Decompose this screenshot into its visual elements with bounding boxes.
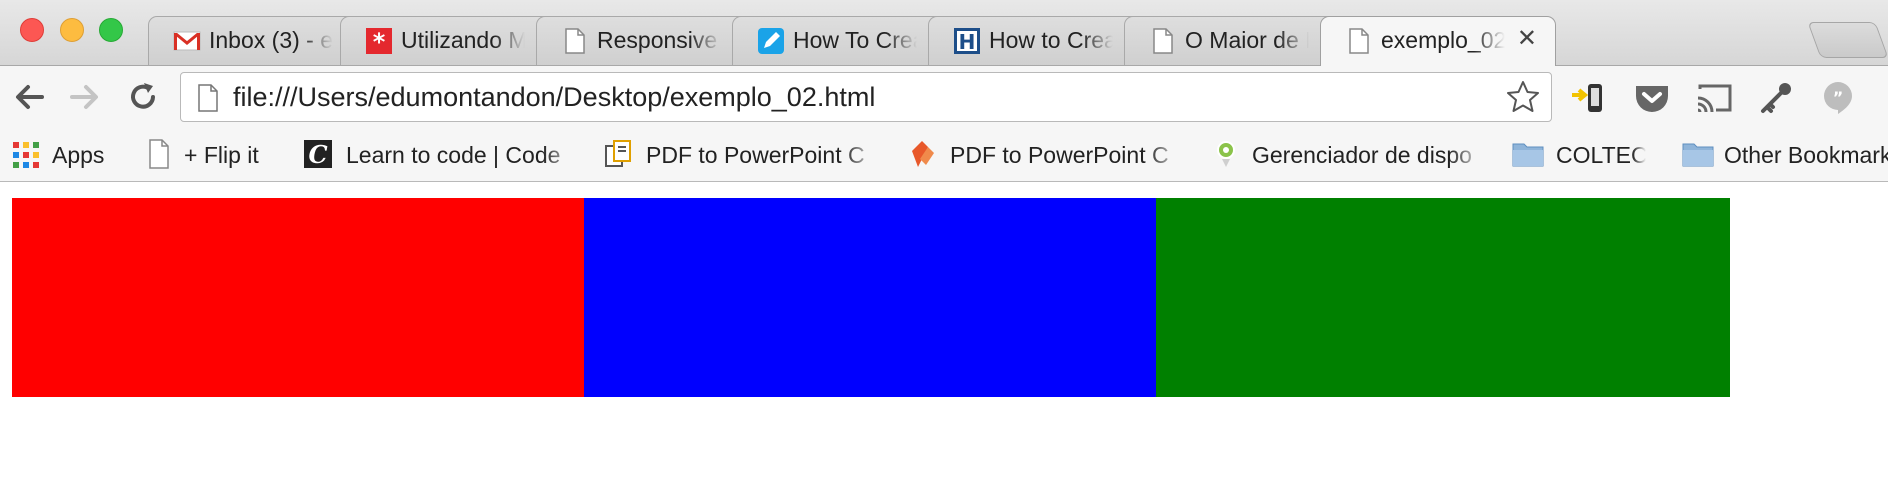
blue-block	[584, 198, 1156, 397]
bookmark-label: + Flip it	[184, 142, 259, 168]
folder-icon	[1512, 143, 1544, 167]
bookmark-codecademy[interactable]: C Learn to code | Code	[304, 139, 576, 171]
bookmarks-bar: Apps + Flip it C Learn to code | Code PD…	[0, 127, 1888, 182]
pocket-icon[interactable]	[1632, 80, 1672, 116]
gmail-icon	[173, 31, 201, 51]
device-mode-icon[interactable]	[1568, 80, 1608, 116]
tab-title: Utilizando Mí	[401, 27, 525, 53]
reload-icon[interactable]	[126, 80, 160, 114]
bookmark-label: Apps	[52, 142, 105, 168]
tab-title: Inbox (3) - ed	[209, 27, 333, 53]
bookmark-star-icon[interactable]	[1505, 79, 1541, 115]
bookmark-pdf-ppt-1[interactable]: PDF to PowerPoint C	[604, 139, 876, 171]
bookmark-flip-it[interactable]: + Flip it	[146, 139, 286, 171]
bookmark-label: Gerenciador de dispo	[1252, 142, 1472, 168]
window-close-button[interactable]	[20, 18, 44, 42]
page-content	[0, 182, 1888, 500]
bookmark-label: Learn to code | Code	[346, 142, 561, 168]
key-icon[interactable]	[1756, 80, 1796, 116]
cast-icon[interactable]	[1694, 80, 1734, 116]
page-icon	[1153, 28, 1173, 54]
new-tab-button[interactable]	[1807, 22, 1888, 58]
red-block	[12, 198, 584, 397]
svg-text:C: C	[308, 140, 327, 169]
browser-toolbar: file:///Users/edumontandon/Desktop/exemp…	[0, 65, 1888, 128]
back-arrow-icon[interactable]	[12, 80, 46, 114]
bookmark-gerenciador[interactable]: Gerenciador de dispo	[1212, 139, 1484, 171]
close-icon[interactable]: ✕	[1517, 25, 1537, 53]
bookmark-other[interactable]: Other Bookmarks	[1682, 139, 1888, 171]
bookmark-pdf-ppt-2[interactable]: PDF to PowerPoint C	[908, 139, 1180, 171]
tab-title: exemplo_02.	[1381, 27, 1505, 53]
pdf-convert-icon	[605, 140, 631, 167]
apps-grid-icon	[13, 142, 39, 168]
bookmark-label: PDF to PowerPoint C	[646, 142, 865, 168]
bookmark-label: Other Bookmarks	[1724, 142, 1888, 168]
tab-title: O Maior de M	[1185, 27, 1309, 53]
tab-exemplo-02[interactable]: exemplo_02. ✕	[1320, 16, 1556, 66]
green-block	[1156, 198, 1730, 397]
window-maximize-button[interactable]	[99, 18, 123, 42]
location-pin-icon	[1217, 141, 1235, 167]
tab-strip: Inbox (3) - ed ✕ * Utilizando Mí ✕ Respo…	[0, 0, 1888, 66]
svg-text:”: ”	[1833, 88, 1844, 107]
page-icon	[149, 139, 169, 169]
page-icon	[565, 28, 585, 54]
asterisk-icon: *	[366, 28, 392, 55]
url-text[interactable]: file:///Users/edumontandon/Desktop/exemp…	[233, 82, 875, 113]
tab-title: How to Creat	[989, 27, 1113, 53]
svg-text:*: *	[373, 28, 386, 55]
svg-text:H: H	[959, 30, 976, 54]
window-minimize-button[interactable]	[60, 18, 84, 42]
bookmark-coltec[interactable]: COLTEC	[1512, 139, 1646, 171]
hangouts-icon[interactable]: ”	[1818, 80, 1858, 116]
tab-title: Responsive W	[597, 27, 721, 53]
codecademy-icon: C	[304, 140, 332, 169]
tab-title: How To Creat	[793, 27, 917, 53]
folder-icon	[1682, 143, 1714, 167]
forward-arrow-icon[interactable]	[68, 80, 102, 114]
bookmark-label: COLTEC	[1556, 142, 1646, 168]
bookmark-apps[interactable]: Apps	[12, 139, 122, 171]
pdf-orange-icon	[912, 141, 934, 167]
pencil-icon	[758, 28, 784, 54]
address-bar[interactable]: file:///Users/edumontandon/Desktop/exemp…	[180, 72, 1552, 122]
bookmark-label: PDF to PowerPoint C	[950, 142, 1169, 168]
page-icon	[1349, 28, 1369, 54]
h-icon: H	[954, 28, 980, 54]
page-icon	[198, 84, 218, 112]
